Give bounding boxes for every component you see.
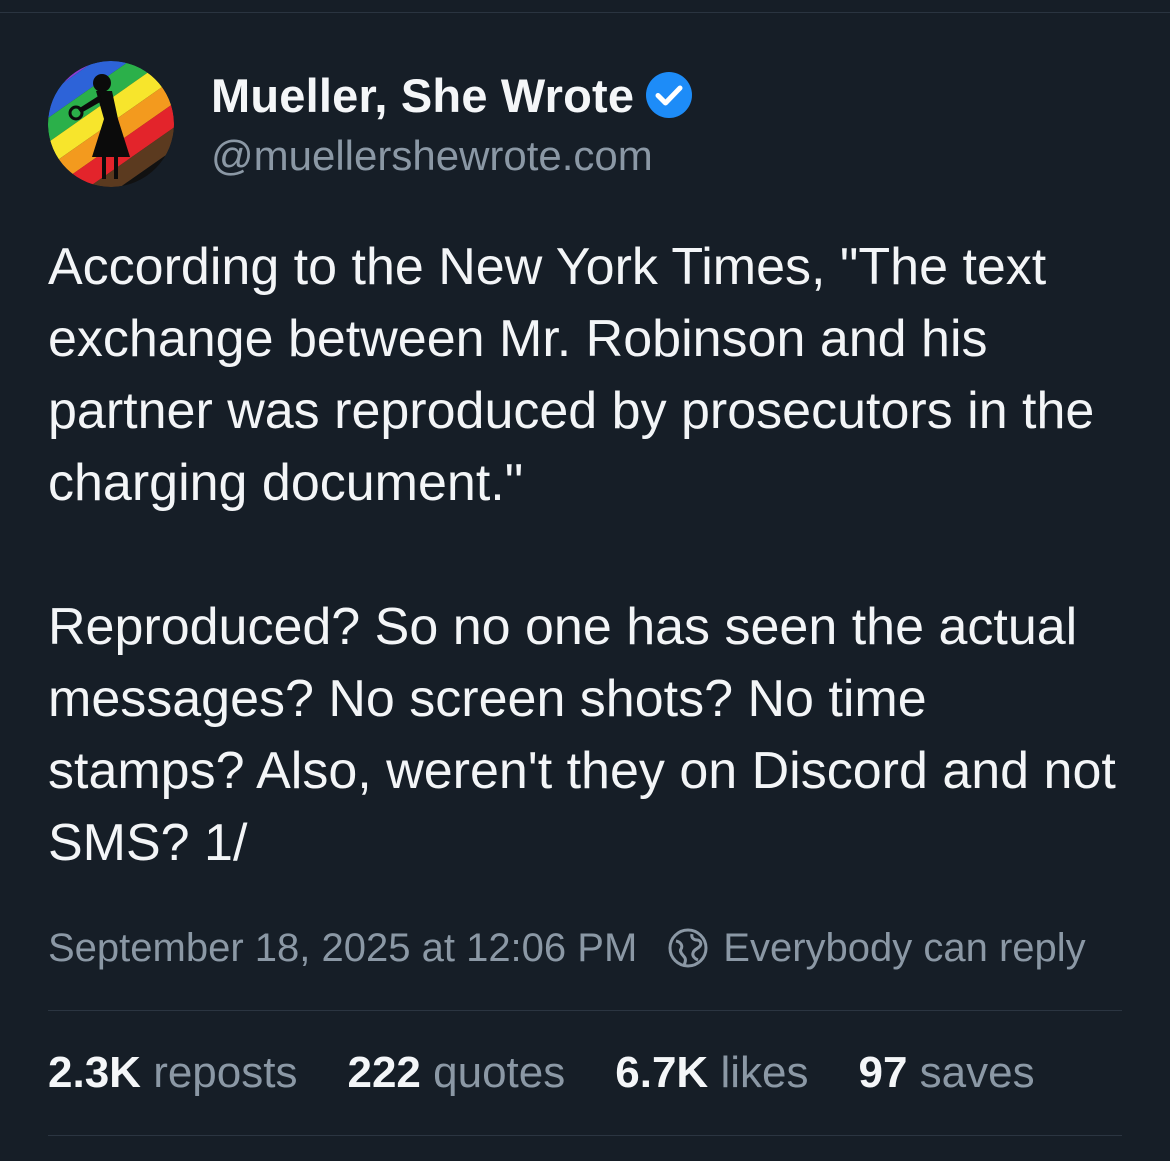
post-card: Mueller, She Wrote @muellershewrote.com … [48,60,1122,1136]
stat-label: reposts [153,1048,298,1097]
post-text: According to the New York Times, "The te… [48,238,1116,872]
display-name[interactable]: Mueller, She Wrote [211,68,634,123]
stat-count: 97 [858,1048,908,1097]
stat-count: 222 [347,1048,421,1097]
top-divider [0,12,1170,13]
post-timestamp[interactable]: September 18, 2025 at 12:06 PM [48,926,637,971]
stat-count: 6.7K [615,1048,709,1097]
stat-label: likes [720,1048,809,1097]
user-handle[interactable]: @muellershewrote.com [211,128,693,184]
stat-label: quotes [433,1048,566,1097]
post-stats: 2.3K reposts 222 quotes 6.7K likes 97 sa… [48,1011,1122,1135]
stat-label: saves [919,1048,1035,1097]
stat-count: 2.3K [48,1048,141,1097]
post-header: Mueller, She Wrote @muellershewrote.com [48,60,1122,187]
stat-saves[interactable]: 97 saves [858,1048,1034,1098]
reply-setting-label: Everybody can reply [723,925,1086,970]
avatar[interactable] [48,61,174,187]
stat-likes[interactable]: 6.7K likes [615,1048,808,1098]
author-names: Mueller, She Wrote @muellershewrote.com [211,64,693,184]
post-meta: September 18, 2025 at 12:06 PM Everybody… [48,922,1122,974]
display-name-row: Mueller, She Wrote [211,64,693,126]
reply-setting[interactable]: Everybody can reply [667,925,1086,971]
stat-reposts[interactable]: 2.3K reposts [48,1048,297,1098]
globe-icon [668,928,708,968]
verified-badge-icon [645,71,693,119]
stats-divider-bottom [48,1135,1122,1136]
stat-quotes[interactable]: 222 quotes [347,1048,565,1098]
